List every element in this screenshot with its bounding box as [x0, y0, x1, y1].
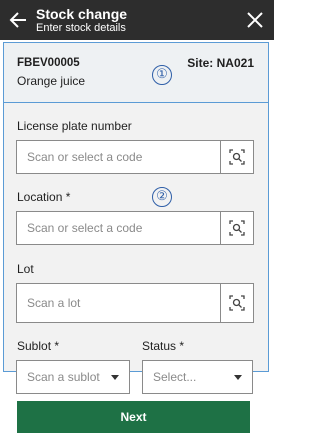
sublot-placeholder: Scan a sublot — [27, 370, 100, 384]
close-button[interactable] — [246, 11, 264, 29]
app-header: Stock change Enter stock details — [0, 0, 274, 40]
chevron-down-icon — [234, 374, 242, 380]
license-plate-scan-button[interactable] — [220, 140, 254, 174]
status-placeholder: Select... — [153, 370, 197, 384]
chevron-down-icon — [111, 374, 119, 380]
location-input[interactable]: Scan or select a code — [16, 211, 221, 245]
callout-marker-2: ② — [152, 187, 172, 207]
license-plate-label: License plate number — [17, 119, 132, 133]
product-name: Orange juice — [17, 74, 86, 88]
location-scan-button[interactable] — [220, 211, 254, 245]
callout-marker-1: ① — [152, 65, 172, 85]
product-summary: FBEV00005 Orange juice Site: NA021 ① — [4, 43, 268, 103]
barcode-scan-icon — [229, 220, 245, 236]
sublot-label: Sublot * — [17, 339, 60, 353]
stock-form: License plate number Scan or select a co… — [4, 104, 268, 394]
lot-input[interactable]: Scan a lot — [16, 283, 221, 323]
location-placeholder: Scan or select a code — [27, 221, 143, 235]
lot-label: Lot — [17, 262, 34, 276]
arrow-left-icon — [9, 12, 26, 28]
next-button[interactable]: Next — [17, 401, 250, 433]
license-plate-input[interactable]: Scan or select a code — [16, 140, 221, 174]
barcode-scan-icon — [229, 295, 245, 311]
page-subtitle: Enter stock details — [36, 22, 126, 34]
content-frame: FBEV00005 Orange juice Site: NA021 ① Lic… — [3, 42, 269, 394]
location-label: Location * — [17, 190, 71, 204]
barcode-scan-icon — [229, 149, 245, 165]
sublot-dropdown[interactable]: Scan a sublot — [16, 360, 130, 394]
back-button[interactable] — [8, 10, 28, 30]
lot-placeholder: Scan a lot — [27, 296, 81, 310]
close-icon — [247, 12, 263, 28]
site-label: Site: NA021 — [187, 56, 254, 70]
status-dropdown[interactable]: Select... — [142, 360, 253, 394]
product-code: FBEV00005 — [17, 57, 80, 69]
status-label: Status * — [142, 339, 185, 353]
license-plate-placeholder: Scan or select a code — [27, 150, 143, 164]
lot-scan-button[interactable] — [220, 283, 254, 323]
page-title: Stock change — [36, 6, 128, 22]
